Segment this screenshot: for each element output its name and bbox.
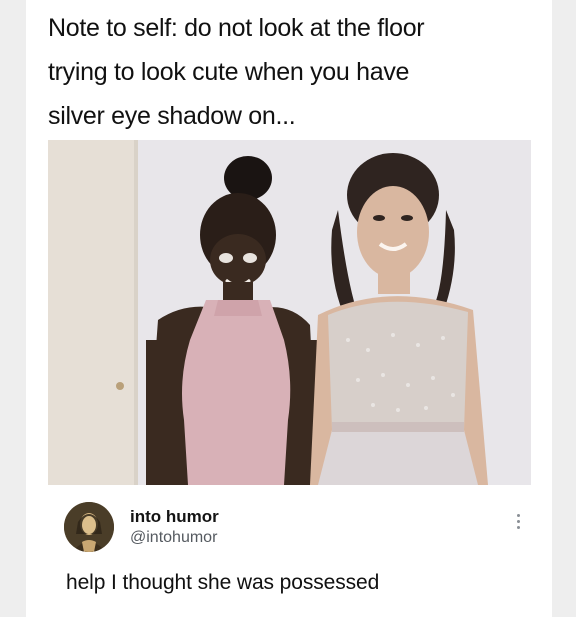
avatar[interactable] — [64, 502, 114, 552]
more-options-icon[interactable] — [512, 514, 524, 536]
dot — [516, 520, 520, 523]
post-card: Note to self: do not look at the floor t… — [26, 0, 552, 617]
portrait-avatar-icon — [64, 502, 114, 552]
tweet-text: help I thought she was possessed — [66, 571, 380, 594]
caption-line: trying to look cute when you have — [48, 58, 410, 86]
caption-line: silver eye shadow on... — [48, 102, 296, 130]
dot — [516, 514, 520, 517]
username-handle[interactable]: @intohumor — [130, 529, 217, 547]
caption-line: Note to self: do not look at the floor — [48, 14, 425, 42]
photo-image — [48, 140, 531, 485]
post-caption: Note to self: do not look at the floor t… — [48, 6, 528, 138]
display-name[interactable]: into humor — [130, 507, 219, 527]
post-photo[interactable] — [48, 140, 531, 485]
tweet-header: into humor @intohumor — [64, 502, 520, 552]
dot — [516, 526, 520, 529]
